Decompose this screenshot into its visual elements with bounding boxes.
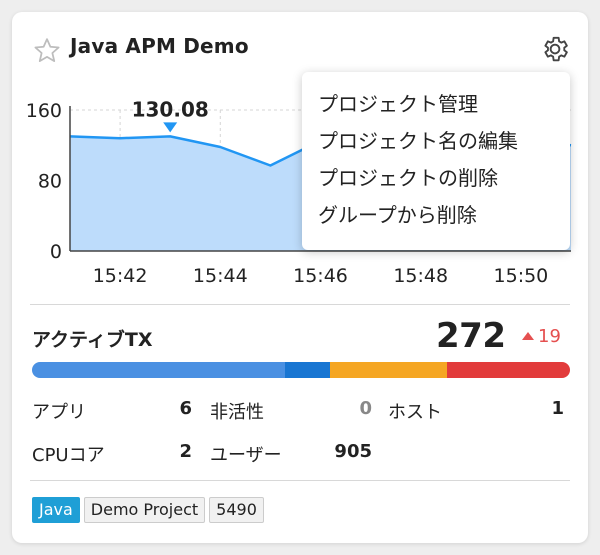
- x-tick-label: 15:42: [93, 265, 148, 287]
- active-tx-bar-segment: [447, 362, 570, 378]
- stat-cpu-value: 2: [179, 441, 192, 462]
- stat-app-value: 6: [179, 398, 192, 419]
- peak-marker: [163, 122, 178, 133]
- stat-inactive-value: 0: [359, 398, 372, 419]
- stat-user-value: 905: [334, 441, 372, 462]
- y-tick-label: 160: [26, 100, 62, 122]
- active-tx-delta: 19: [522, 326, 561, 347]
- divider: [30, 304, 570, 305]
- tag-list: Java Demo Project 5490: [32, 497, 264, 523]
- tag-project-id[interactable]: 5490: [209, 497, 264, 523]
- tag-language[interactable]: Java: [32, 497, 80, 523]
- project-card[interactable]: Java APM Demo 0 80 160 15:42 15:44 15:46 15:4…: [12, 12, 588, 543]
- menu-item-remove-from-group[interactable]: グループから削除: [302, 197, 570, 234]
- project-context-menu: プロジェクト管理 プロジェクト名の編集 プロジェクトの削除 グループから削除: [302, 72, 570, 250]
- active-tx-delta-value: 19: [538, 326, 561, 347]
- project-title[interactable]: Java APM Demo: [70, 34, 249, 58]
- peak-label: 130.08: [132, 97, 209, 121]
- active-tx-label: アクティブTX: [32, 329, 153, 351]
- arrow-up-icon: [522, 331, 534, 340]
- y-tick-label: 80: [38, 171, 62, 193]
- stat-host-value: 1: [551, 398, 564, 419]
- menu-item-manage-project[interactable]: プロジェクト管理: [302, 86, 570, 123]
- divider: [30, 480, 570, 481]
- stat-inactive-label: 非活性: [210, 402, 264, 423]
- active-tx-bar-segment: [32, 362, 285, 378]
- active-tx-bar: [32, 362, 570, 378]
- x-tick-label: 15:44: [193, 265, 248, 287]
- menu-item-rename-project[interactable]: プロジェクト名の編集: [302, 123, 570, 160]
- x-tick-label: 15:46: [293, 265, 348, 287]
- active-tx-value: 272: [436, 316, 506, 356]
- tag-project-name[interactable]: Demo Project: [83, 497, 206, 523]
- star-icon[interactable]: [32, 36, 62, 66]
- stat-user-label: ユーザー: [210, 445, 282, 466]
- active-tx-bar-segment: [284, 362, 330, 378]
- x-tick-label: 15:48: [393, 265, 448, 287]
- active-tx-bar-segment: [329, 362, 448, 378]
- x-tick-label: 15:50: [494, 265, 549, 287]
- stat-app-label: アプリ: [32, 402, 86, 423]
- gear-icon[interactable]: [540, 34, 570, 64]
- menu-item-delete-project[interactable]: プロジェクトの削除: [302, 160, 570, 197]
- stat-host-label: ホスト: [388, 402, 442, 423]
- y-tick-label: 0: [50, 241, 62, 263]
- stat-cpu-label: CPUコア: [32, 445, 105, 466]
